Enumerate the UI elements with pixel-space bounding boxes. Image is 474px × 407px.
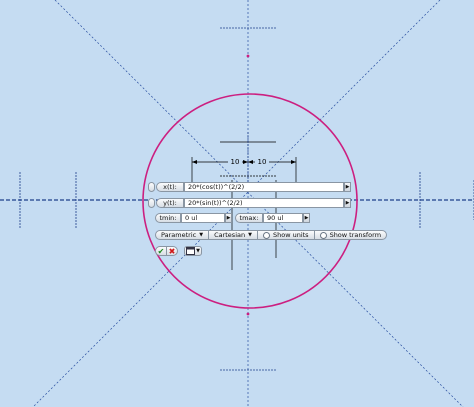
tmin-label: tmin:: [155, 213, 181, 223]
tmax-menu-arrow[interactable]: ▶: [303, 213, 310, 223]
cancel-button[interactable]: ✖: [166, 246, 178, 256]
show-transform-label: Show transform: [329, 231, 382, 239]
chevron-down-icon: ▼: [196, 248, 200, 254]
check-icon: ✔: [157, 246, 165, 256]
window-icon: [186, 247, 196, 255]
x-expression-field[interactable]: 20*(cos(t))^(2/2): [184, 182, 344, 192]
action-row: ✔ ✖ ▼: [155, 245, 202, 257]
show-units-toggle[interactable]: Show units: [256, 230, 315, 240]
t-range-row: tmin: 0 ul ▶ tmax: 90 ul ▶: [155, 212, 310, 224]
show-units-label: Show units: [272, 231, 309, 239]
x-expression-menu-arrow[interactable]: ▶: [344, 182, 351, 192]
show-transform-radio[interactable]: [319, 231, 327, 239]
dimension-right-label[interactable]: 10: [258, 158, 267, 166]
x-label: x(t):: [156, 182, 184, 192]
show-transform-toggle[interactable]: Show transform: [313, 230, 388, 240]
curve-type-dropdown[interactable]: Parametric ▼: [155, 230, 210, 240]
coordinate-system-dropdown[interactable]: Cartesian ▼: [208, 230, 258, 240]
x-row-grip[interactable]: [148, 182, 155, 192]
tmax-field[interactable]: 90 ul: [263, 213, 303, 223]
tmin-field[interactable]: 0 ul: [181, 213, 225, 223]
curve-type-label: Parametric: [161, 231, 197, 239]
options-menu-button[interactable]: ▼: [184, 246, 202, 256]
y-expression-menu-arrow[interactable]: ▶: [344, 198, 351, 208]
options-row: Parametric ▼ Cartesian ▼ Show units Show…: [155, 229, 388, 241]
y-label: y(t):: [156, 198, 184, 208]
y-row-grip[interactable]: [148, 198, 155, 208]
coordinate-system-label: Cartesian: [214, 231, 246, 239]
dimension-left-label[interactable]: 10: [231, 158, 240, 166]
x-icon: ✖: [168, 246, 176, 256]
chevron-down-icon: ▼: [199, 232, 204, 238]
y-expression-row: y(t): 20*(sin(t))^(2/2) ▶: [148, 197, 351, 209]
x-expression-row: x(t): 20*(cos(t))^(2/2) ▶: [148, 181, 351, 193]
y-expression-field[interactable]: 20*(sin(t))^(2/2): [184, 198, 344, 208]
tmax-label: tmax:: [235, 213, 263, 223]
show-units-radio[interactable]: [262, 231, 270, 239]
axis-point-bottom: [246, 312, 250, 316]
axis-point-top: [246, 54, 250, 58]
tmin-menu-arrow[interactable]: ▶: [225, 213, 232, 223]
chevron-down-icon: ▼: [248, 232, 252, 238]
